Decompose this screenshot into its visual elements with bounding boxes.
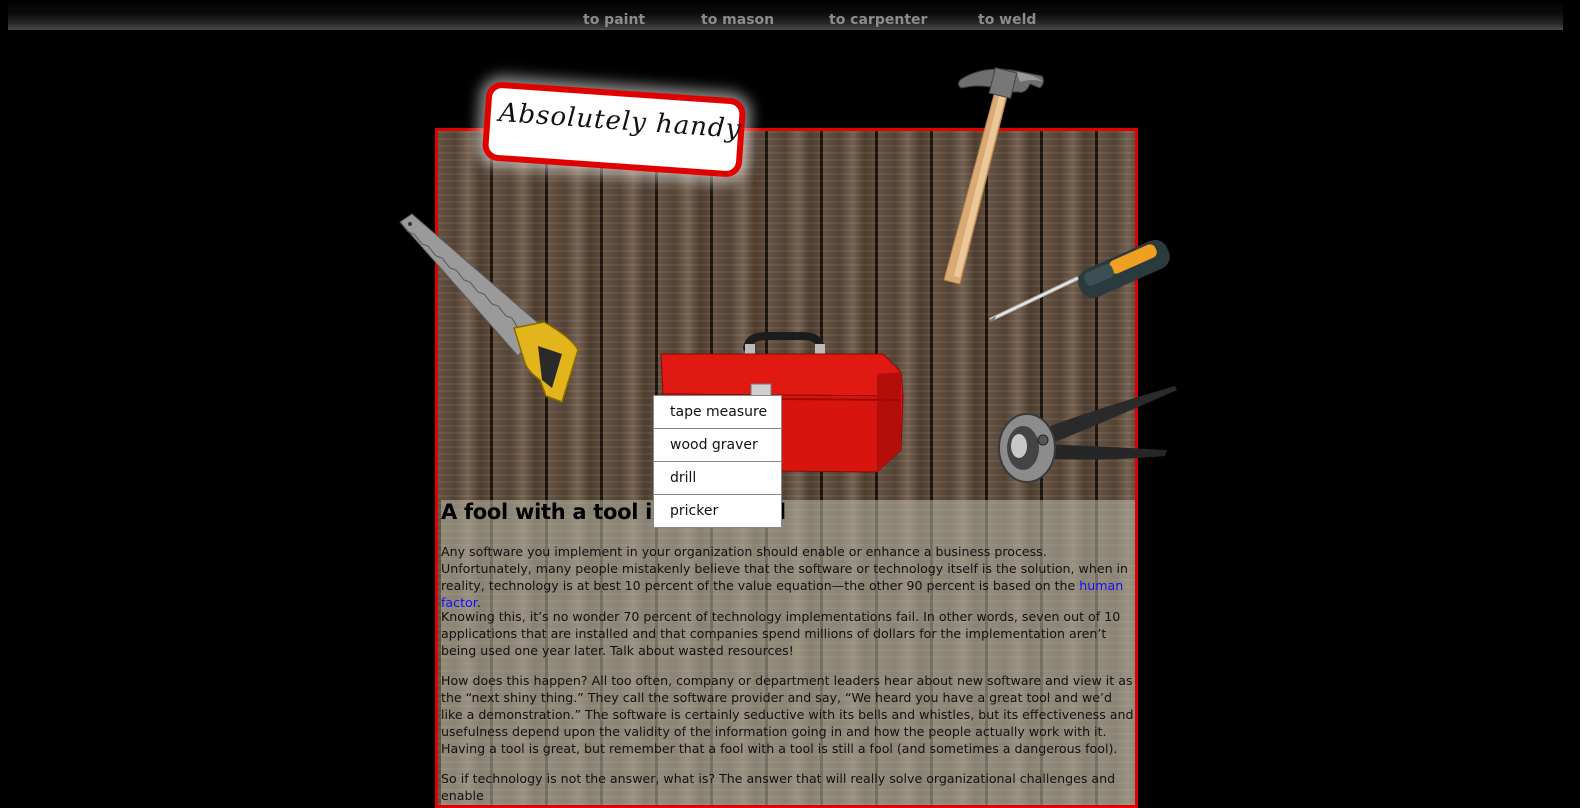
menu-item-tape-measure[interactable]: tape measure bbox=[653, 395, 782, 428]
article-content: A fool with a tool is still a fool Any s… bbox=[441, 500, 1135, 805]
menu-item-drill[interactable]: drill bbox=[653, 461, 782, 494]
logo-text: Absolutely handy bbox=[497, 97, 743, 145]
nav-link-weld[interactable]: to weld bbox=[978, 12, 1036, 28]
tools-dropdown-menu: tape measure wood graver drill pricker bbox=[653, 395, 782, 528]
menu-item-pricker[interactable]: pricker bbox=[653, 494, 782, 528]
article-paragraph-2: Knowing this, it’s no wonder 70 percent … bbox=[441, 609, 1121, 658]
article-paragraph-1: Any software you implement in your organ… bbox=[441, 544, 1129, 610]
top-navigation: to paint to mason to carpenter to weld bbox=[8, 0, 1563, 30]
screwdriver-icon[interactable] bbox=[980, 228, 1180, 328]
nav-link-mason[interactable]: to mason bbox=[701, 12, 774, 28]
article-paragraph-3: How does this happen? All too often, com… bbox=[441, 673, 1134, 756]
article-paragraph-4: So if technology is not the answer, what… bbox=[441, 771, 1116, 803]
menu-item-wood-graver[interactable]: wood graver bbox=[653, 428, 782, 461]
nav-link-paint[interactable]: to paint bbox=[583, 12, 645, 28]
saw-icon[interactable] bbox=[396, 210, 586, 405]
pliers-icon[interactable] bbox=[995, 380, 1180, 495]
nav-link-carpenter[interactable]: to carpenter bbox=[829, 12, 927, 28]
